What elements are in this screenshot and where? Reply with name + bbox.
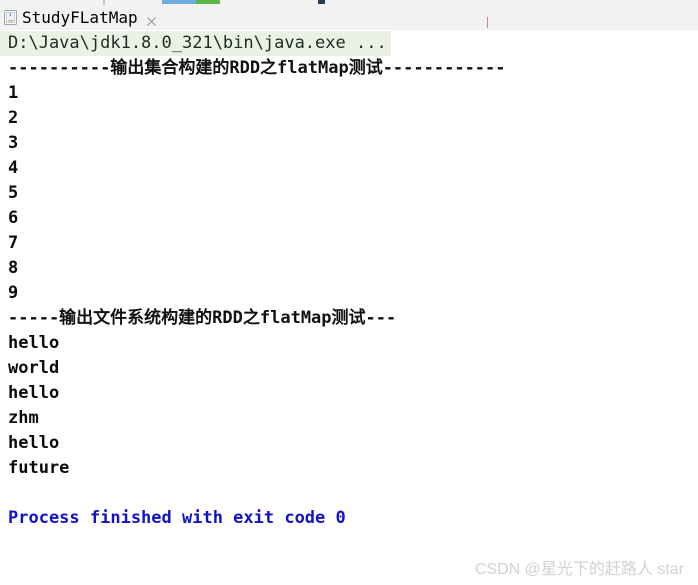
- console-separator-filesystem: -----输出文件系统构建的RDD之flatMap测试---: [8, 308, 397, 328]
- console-line-value: 9: [8, 283, 19, 303]
- console-output-panel[interactable]: D:\Java\jdk1.8.0_321\bin\java.exe ... --…: [0, 31, 698, 585]
- console-line-value: hello: [8, 333, 60, 353]
- console-line-value: 2: [8, 108, 19, 128]
- close-icon[interactable]: [146, 12, 157, 26]
- debug-icon-fragment[interactable]: [318, 0, 325, 4]
- console-line-value: future: [8, 458, 70, 478]
- tab-study-flatmap[interactable]: StudyFLatMap: [0, 5, 165, 30]
- tab-label: StudyFLatMap: [22, 8, 138, 27]
- caret-marker: [487, 17, 488, 28]
- console-line-value: 1: [8, 83, 19, 103]
- console-line-value: zhm: [8, 408, 39, 428]
- console-line-value: 4: [8, 158, 19, 178]
- run-icon-fragment-2[interactable]: [196, 0, 220, 4]
- console-line-value: 5: [8, 183, 19, 203]
- java-file-icon: [4, 10, 17, 25]
- console-line-value: 3: [8, 133, 19, 153]
- console-line-value: hello: [8, 433, 60, 453]
- console-line-command: D:\Java\jdk1.8.0_321\bin\java.exe ...: [0, 31, 698, 56]
- csdn-watermark: CSDN @星光下的赶路人 star: [474, 561, 684, 578]
- tab-bar: StudyFLatMap: [0, 5, 698, 36]
- process-exit-status: Process finished with exit code 0: [8, 508, 346, 528]
- console-line-value: 6: [8, 208, 19, 228]
- run-icon-fragment[interactable]: [162, 0, 196, 4]
- console-line-value: 8: [8, 258, 19, 278]
- console-line-value: hello: [8, 383, 60, 403]
- console-line-value: 7: [8, 233, 19, 253]
- console-line-value: world: [8, 358, 60, 378]
- console-separator-collection: ----------输出集合构建的RDD之flatMap测试----------…: [8, 58, 506, 78]
- java-command-text: D:\Java\jdk1.8.0_321\bin\java.exe ...: [0, 31, 391, 56]
